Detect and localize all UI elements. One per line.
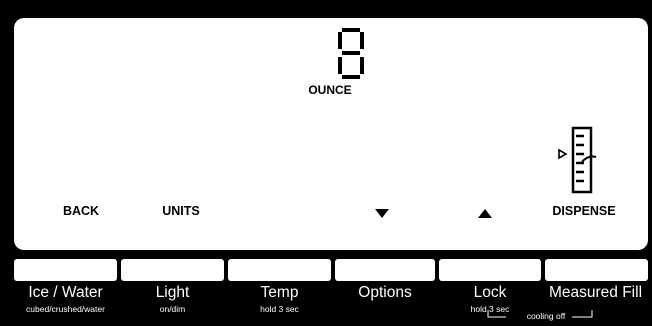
temp-label: Temp bbox=[260, 284, 299, 301]
ice-water-sub: cubed/crushed/water bbox=[26, 304, 105, 314]
ice-water-label: Ice / Water bbox=[28, 284, 103, 301]
fill-meter-icon bbox=[558, 126, 597, 194]
seven-segment-icon bbox=[338, 28, 364, 79]
level-pointer-icon bbox=[558, 148, 568, 160]
temp-button[interactable] bbox=[228, 259, 331, 281]
segment-bottom-right bbox=[360, 57, 364, 74]
segment-bottom bbox=[342, 75, 360, 79]
measured-fill-label: Measured Fill bbox=[548, 284, 643, 301]
temp-sub: hold 3 sec bbox=[260, 304, 299, 314]
back-softkey[interactable]: BACK bbox=[54, 204, 108, 218]
options-label: Options bbox=[358, 284, 412, 301]
light-button[interactable] bbox=[121, 259, 224, 281]
light-label: Light bbox=[155, 284, 190, 301]
cooling-off-label: cooling off bbox=[526, 311, 566, 321]
ice-water-button[interactable] bbox=[14, 259, 117, 281]
segment-top bbox=[342, 28, 360, 32]
unit-label: OUNCE bbox=[308, 83, 352, 97]
segment-top-left bbox=[338, 32, 342, 49]
options-button[interactable] bbox=[335, 259, 435, 281]
segment-top-right bbox=[360, 32, 364, 49]
seven-segment-digit bbox=[333, 26, 373, 84]
units-softkey[interactable]: UNITS bbox=[150, 204, 212, 218]
light-sub: on/dim bbox=[159, 304, 186, 314]
measured-fill-button[interactable] bbox=[545, 259, 648, 281]
dispense-softkey[interactable]: DISPENSE bbox=[545, 204, 623, 218]
fill-meter bbox=[554, 108, 604, 196]
triangle-up-icon[interactable] bbox=[477, 206, 493, 220]
segment-middle bbox=[342, 51, 360, 55]
lock-label: Lock bbox=[473, 284, 507, 301]
triangle-down-icon[interactable] bbox=[374, 206, 390, 220]
lock-button[interactable] bbox=[439, 259, 541, 281]
segment-bottom-left bbox=[338, 57, 342, 74]
